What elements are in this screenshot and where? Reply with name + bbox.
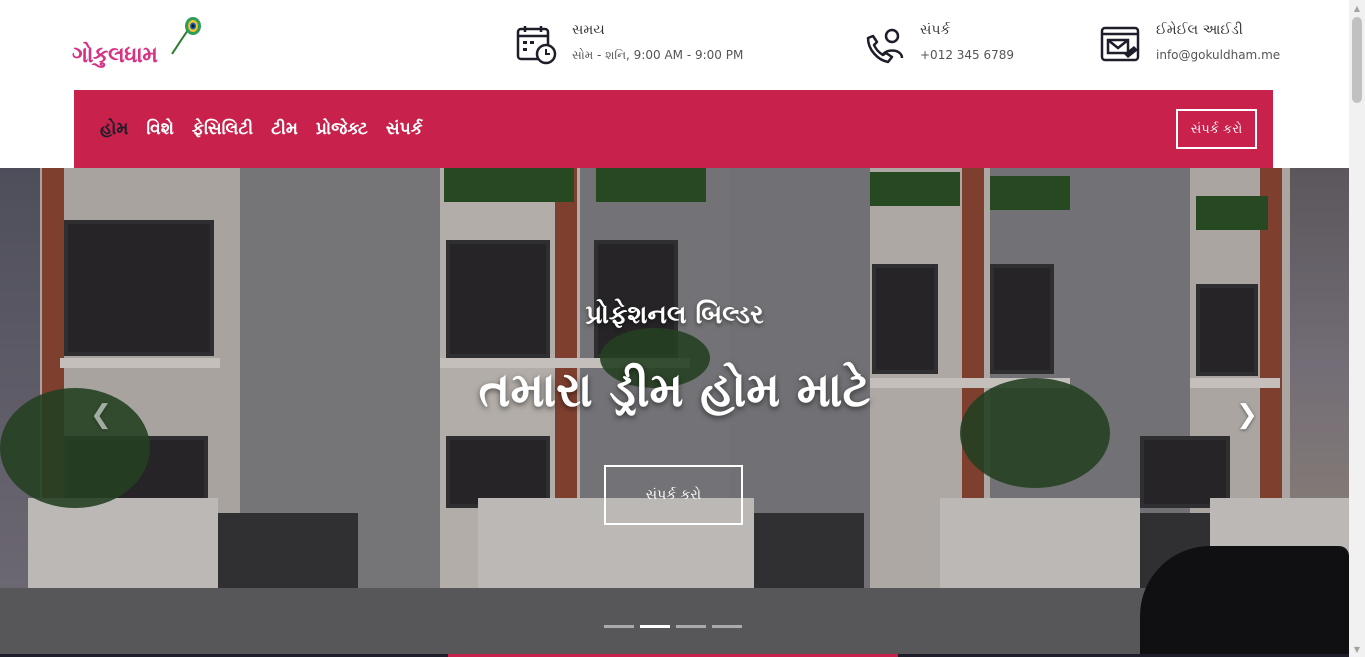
carousel-indicator-2[interactable]	[640, 625, 670, 628]
nav-item-contact[interactable]: સંપર્ક	[386, 119, 423, 139]
carousel-indicator-1[interactable]	[604, 625, 634, 628]
carousel-indicators	[604, 625, 742, 628]
nav-item-home[interactable]: હોમ	[100, 119, 128, 139]
calendar-clock-icon	[516, 26, 557, 65]
email-icon	[1100, 26, 1140, 62]
nav-contact-button[interactable]: સંપર્ક કરો	[1176, 109, 1257, 149]
hero-title: તમારા ડ્રીમ હોમ માટે	[478, 362, 871, 418]
nav-menu: હોમ વિશે ફેસિલિટી ટીમ પ્રોજેક્ટ સંપર્ક	[100, 90, 423, 168]
email-title: ઈમેઈલ આઈડી	[1156, 22, 1243, 38]
carousel-prev-button[interactable]: ❮	[86, 400, 116, 430]
logo-text: ગોકુલધામ	[72, 42, 158, 68]
phone-support-icon	[866, 28, 904, 64]
chevron-left-icon: ❮	[90, 400, 112, 430]
phone-text[interactable]: +012 345 6789	[920, 48, 1014, 62]
carousel-indicator-4[interactable]	[712, 625, 742, 628]
nav-item-team[interactable]: ટીમ	[271, 119, 298, 139]
nav-item-facility[interactable]: ફેસિલિટી	[192, 119, 253, 139]
hours-text: સોમ - શનિ, 9:00 AM - 9:00 PM	[572, 48, 744, 62]
scroll-up-arrow-icon[interactable]: ▲	[1349, 0, 1365, 16]
page-scrollbar[interactable]: ▲ ▼	[1349, 0, 1365, 657]
hero-contact-button[interactable]: સંપર્ક કરો	[604, 465, 743, 525]
main-navbar: હોમ વિશે ફેસિલિટી ટીમ પ્રોજેક્ટ સંપર્ક સ…	[74, 90, 1273, 168]
hours-title: સમય	[572, 22, 605, 38]
scroll-down-arrow-icon[interactable]: ▼	[1349, 641, 1365, 657]
brand-logo[interactable]: ગોકુલધામ	[72, 16, 202, 74]
email-text[interactable]: info@gokuldham.me	[1156, 48, 1280, 62]
top-header: ગોકુલધામ સમય સોમ - શનિ, 9:00 AM - 9:00 P…	[0, 0, 1349, 90]
hero-carousel: પ્રોફેશનલ બિલ્ડર તમારા ડ્રીમ હોમ માટે સં…	[0, 168, 1349, 657]
chevron-right-icon: ❯	[1236, 400, 1258, 430]
carousel-next-button[interactable]: ❯	[1232, 400, 1262, 430]
peacock-feather-icon	[171, 17, 201, 55]
hero-subtitle: પ્રોફેશનલ બિલ્ડર	[585, 300, 764, 330]
phone-title: સંપર્ક	[920, 22, 951, 38]
scrollbar-thumb[interactable]	[1352, 17, 1362, 103]
nav-item-about[interactable]: વિશે	[146, 119, 174, 139]
carousel-indicator-3[interactable]	[676, 625, 706, 628]
nav-item-project[interactable]: પ્રોજેક્ટ	[316, 119, 368, 139]
